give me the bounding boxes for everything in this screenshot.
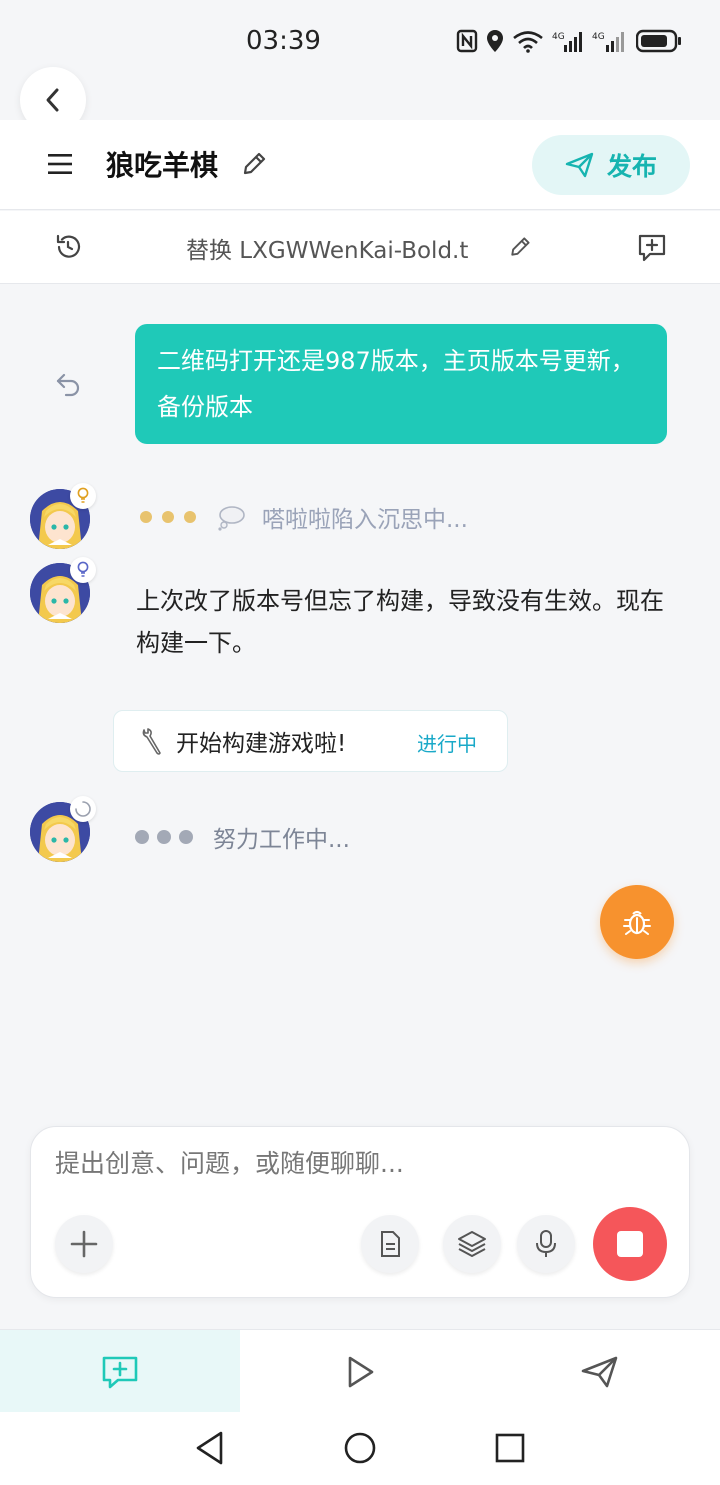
add-button[interactable]: [55, 1215, 113, 1273]
thinking-text: 嗒啦啦陷入沉思中...: [262, 507, 468, 533]
layers-icon: [458, 1231, 486, 1257]
play-icon: [348, 1356, 374, 1387]
typing-dot: [179, 830, 193, 844]
assistant-avatar: [30, 796, 96, 862]
working-indicator: 努力工作中...: [135, 820, 350, 854]
stop-button[interactable]: [593, 1207, 667, 1281]
user-message-bubble: 二维码打开还是987版本，主页版本号更新，备份版本: [135, 324, 667, 444]
microphone-icon: [536, 1230, 556, 1257]
build-task-card[interactable]: 开始构建游戏啦! 进行中: [113, 710, 508, 772]
typing-dot: [140, 511, 152, 523]
tab-play[interactable]: [240, 1330, 480, 1413]
bottom-tab-bar: [0, 1329, 720, 1413]
tab-chat[interactable]: [0, 1330, 240, 1413]
nav-back-icon[interactable]: [195, 1430, 225, 1466]
nav-home-icon[interactable]: [343, 1430, 377, 1466]
hamburger-menu-icon[interactable]: [48, 152, 74, 176]
version-bar: 替换 LXGWWenKai-Bold.t: [0, 211, 720, 284]
tab-send[interactable]: [480, 1330, 720, 1413]
lightbulb-icon: [70, 557, 96, 583]
assistant-avatar: [30, 483, 96, 549]
signal-icon: 4G: [552, 32, 582, 52]
nav-recents-icon[interactable]: [495, 1430, 525, 1466]
typing-dot: [184, 511, 196, 523]
chat-plus-icon: [102, 1356, 138, 1388]
publish-button[interactable]: 发布: [532, 135, 690, 195]
message-input[interactable]: [55, 1149, 655, 1178]
page-title: 狼吃羊棋: [106, 149, 219, 182]
working-text: 努力工作中...: [213, 827, 350, 853]
wifi-icon: [513, 31, 543, 53]
task-label: 开始构建游戏啦!: [176, 731, 347, 757]
status-time: 03:39: [246, 26, 321, 56]
assistant-reply: 上次改了版本号但忘了构建，导致没有生效。现在构建一下。: [136, 587, 664, 657]
battery-icon: [636, 29, 681, 53]
pencil-icon[interactable]: [508, 235, 532, 259]
version-label: 替换 LXGWWenKai-Bold.t: [186, 238, 469, 264]
thought-cloud-icon: [218, 506, 245, 531]
svg-text:4G: 4G: [592, 32, 605, 42]
svg-text:4G: 4G: [552, 32, 565, 42]
nfc-icon: [456, 29, 478, 53]
location-icon: [487, 30, 503, 52]
history-icon[interactable]: [54, 233, 82, 261]
lightbulb-icon: [70, 483, 96, 509]
status-icons: 4G 4G: [456, 28, 682, 54]
pencil-icon[interactable]: [240, 150, 268, 178]
send-icon: [565, 152, 594, 178]
assistant-avatar: [30, 557, 96, 623]
send-icon: [581, 1356, 618, 1387]
signal-icon-2: 4G: [592, 32, 624, 52]
bug-report-button[interactable]: [600, 885, 674, 959]
chat-plus-icon[interactable]: [636, 231, 668, 263]
typing-dot: [135, 830, 149, 844]
undo-icon[interactable]: [54, 370, 82, 398]
stop-icon: [617, 1231, 643, 1257]
typing-dot: [162, 511, 174, 523]
wrench-icon: [142, 728, 161, 755]
loading-spinner-icon: [70, 796, 96, 822]
layers-button[interactable]: [443, 1215, 501, 1273]
typing-dot: [157, 830, 171, 844]
publish-label: 发布: [606, 152, 657, 181]
document-icon: [381, 1231, 400, 1257]
bug-icon: [623, 910, 651, 935]
task-status-badge: 进行中: [417, 732, 477, 756]
status-bar: 03:39 4G 4G: [0, 0, 720, 120]
chevron-left-icon: [46, 88, 59, 112]
microphone-button[interactable]: [517, 1215, 575, 1273]
system-navigation-bar: [0, 1412, 720, 1485]
app-header: 狼吃羊棋 发布: [0, 120, 720, 210]
plus-icon: [70, 1230, 98, 1258]
file-button[interactable]: [361, 1215, 419, 1273]
thinking-indicator: 嗒啦啦陷入沉思中...: [140, 500, 468, 534]
message-composer: [30, 1126, 690, 1298]
